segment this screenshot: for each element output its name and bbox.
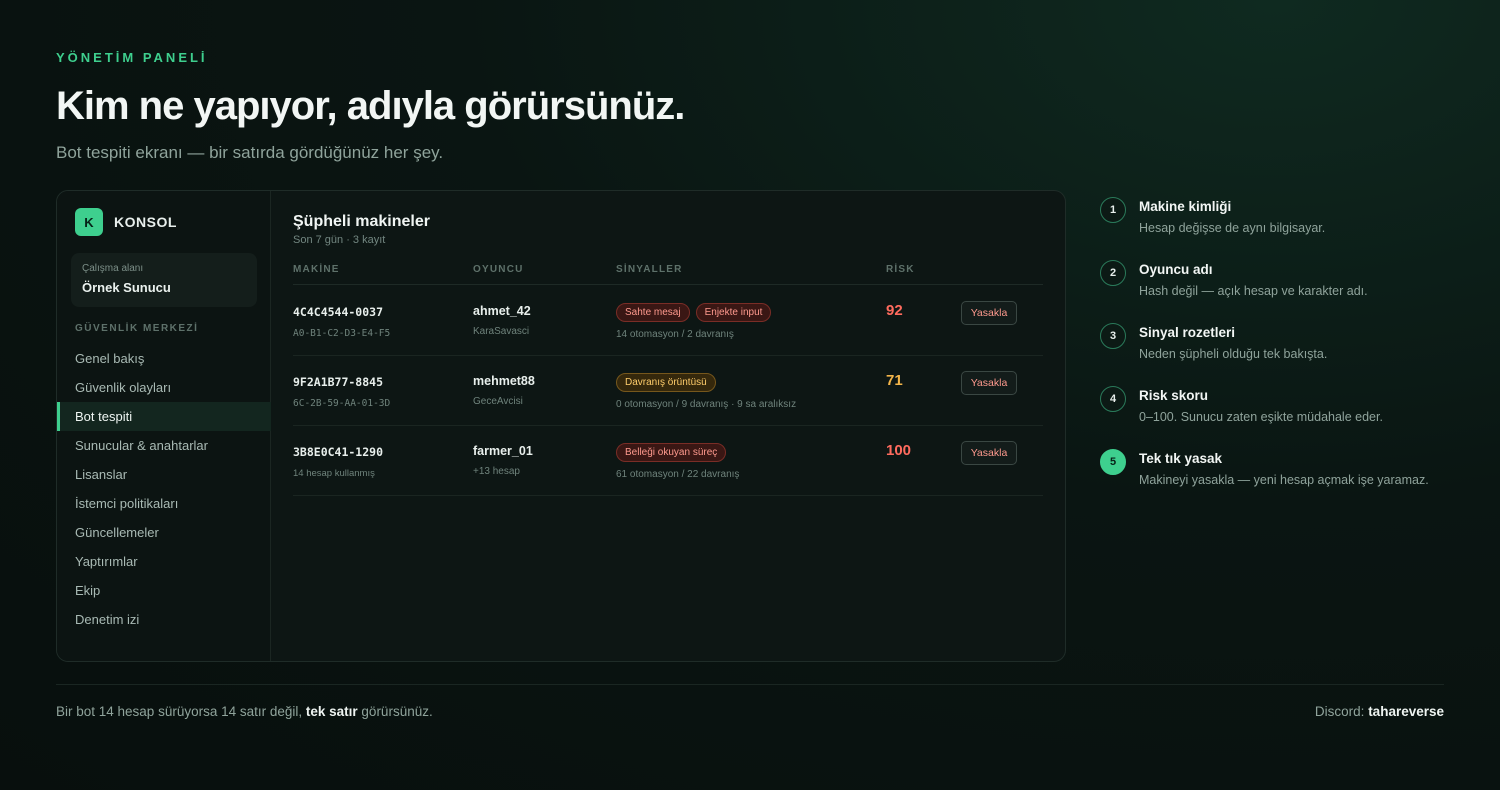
machine-sub: 14 hesap kullanmış	[293, 468, 375, 479]
step-number-badge: 1	[1100, 197, 1126, 223]
sidebar: K KONSOL Çalışma alanı Örnek Sunucu GÜVE…	[57, 191, 271, 661]
console-panel: K KONSOL Çalışma alanı Örnek Sunucu GÜVE…	[56, 190, 1066, 662]
step-description: 0–100. Sunucu zaten eşikte müdahale eder…	[1139, 410, 1383, 424]
ban-button[interactable]: Yasakla	[961, 301, 1017, 325]
footer-discord[interactable]: Discord: tahareverse	[1315, 704, 1444, 719]
signal-badges: Sahte mesaj Enjekte input	[616, 303, 772, 322]
page-title: Kim ne yapıyor, adıyla görürsünüz.	[56, 84, 685, 128]
player-sub: KaraSavasci	[473, 326, 530, 337]
table-row[interactable]: 4C4C4544-0037 A0-B1-C2-D3-E4-F5 ahmet_42 Ka…	[293, 286, 1043, 356]
table-row[interactable]: 3B8E0C41-1290 14 hesap kullanmış farmer_01…	[293, 426, 1043, 496]
brand-logo-icon: K	[75, 208, 103, 236]
eyebrow: YÖNETİM PANELİ	[56, 50, 208, 65]
section-title: Şüpheli makineler	[293, 213, 430, 230]
risk-score: 92	[886, 302, 903, 319]
step-title: Tek tık yasak	[1139, 451, 1223, 466]
ban-button[interactable]: Yasakla	[961, 371, 1017, 395]
sidebar-section-title: GÜVENLİK MERKEZİ	[75, 323, 199, 334]
feature-step: 3 Sinyal rozetleri Neden şüpheli olduğu te…	[1100, 323, 1460, 386]
ban-button[interactable]: Yasakla	[961, 441, 1017, 465]
signal-badge: Davranış örüntüsü	[616, 373, 716, 392]
sidebar-item[interactable]: İstemci politikaları	[57, 489, 271, 518]
player-name: farmer_01	[473, 444, 533, 458]
footer-divider	[56, 684, 1444, 685]
machine-id: 9F2A1B77-8845	[293, 375, 384, 389]
feature-step: 1 Makine kimliği Hesap değişse de aynı bil…	[1100, 197, 1460, 260]
step-number-badge: 3	[1100, 323, 1126, 349]
signals-summary: 14 otomasyon / 2 davranış	[616, 329, 734, 340]
player-sub: GeceAvcisi	[473, 396, 523, 407]
signals-summary: 61 otomasyon / 22 davranış	[616, 469, 740, 480]
feature-step: 2 Oyuncu adı Hash değil — açık hesap ve ka…	[1100, 260, 1460, 323]
signal-badges: Davranış örüntüsü	[616, 373, 796, 392]
signal-badge: Enjekte input	[695, 303, 772, 322]
sidebar-item[interactable]: Güncellemeler	[57, 518, 271, 547]
brand-name: KONSOL	[114, 214, 177, 230]
sidebar-item[interactable]: Sunucular & anahtarlar	[57, 431, 271, 460]
risk-score: 100	[886, 442, 912, 459]
signal-badges: Belleği okuyan süreç	[616, 443, 739, 462]
sidebar-item[interactable]: Genel bakış	[57, 344, 271, 373]
col-risk: RİSK	[886, 264, 915, 275]
risk-score: 71	[886, 372, 903, 389]
step-number-badge: 4	[1100, 386, 1126, 412]
feature-step: 4 Risk skoru 0–100. Sunucu zaten eşikte mü…	[1100, 386, 1460, 449]
signal-badge: Sahte mesaj	[616, 303, 690, 322]
player-sub: +13 hesap	[473, 466, 520, 477]
footer-note: Bir bot 14 hesap sürüyorsa 14 satır deği…	[56, 704, 433, 719]
signal-badge: Belleği okuyan süreç	[616, 443, 727, 462]
table-row[interactable]: 9F2A1B77-8845 6C-2B-59-AA-01-3D mehmet88 Ge…	[293, 356, 1043, 426]
step-description: Makineyi yasakla — yeni hesap açmak işe …	[1139, 473, 1429, 487]
feature-steps: 1 Makine kimliği Hesap değişse de aynı bil…	[1100, 197, 1460, 512]
signals-summary: 0 otomasyon / 9 davranış · 9 sa aralıksı…	[616, 399, 797, 410]
main-content: Şüpheli makineler Son 7 gün · 3 kayıt MA…	[271, 191, 1065, 661]
page-subtitle: Bot tespiti ekranı — bir satırda gördüğü…	[56, 143, 444, 162]
machine-id: 4C4C4544-0037	[293, 305, 384, 319]
brand[interactable]: K KONSOL	[75, 208, 177, 236]
table-header: MAKİNE OYUNCU SİNYALLER RİSK	[293, 263, 1043, 285]
discord-handle[interactable]: tahareverse	[1368, 704, 1444, 719]
player-name: mehmet88	[473, 374, 535, 388]
sidebar-item[interactable]: Güvenlik olayları	[57, 373, 271, 402]
step-title: Risk skoru	[1139, 388, 1209, 403]
step-number-badge: 5	[1100, 449, 1126, 475]
col-machine: MAKİNE	[293, 264, 340, 275]
sidebar-item[interactable]: Yaptırımlar	[57, 547, 271, 576]
step-number-badge: 2	[1100, 260, 1126, 286]
section-subtitle: Son 7 gün · 3 kayıt	[293, 234, 386, 246]
sidebar-item[interactable]: Lisanslar	[57, 460, 271, 489]
step-title: Oyuncu adı	[1139, 262, 1213, 277]
step-title: Makine kimliği	[1139, 199, 1232, 214]
workspace-label: Çalışma alanı	[82, 263, 144, 274]
col-signals: SİNYALLER	[616, 264, 683, 275]
step-description: Hash değil — açık hesap ve karakter adı.	[1139, 284, 1368, 298]
step-title: Sinyal rozetleri	[1139, 325, 1236, 340]
machine-sub: A0-B1-C2-D3-E4-F5	[293, 328, 391, 339]
machine-sub: 6C-2B-59-AA-01-3D	[293, 398, 391, 409]
sidebar-item[interactable]: Bot tespiti	[57, 402, 271, 431]
col-player: OYUNCU	[473, 264, 524, 275]
machine-id: 3B8E0C41-1290	[293, 445, 384, 459]
workspace-name: Örnek Sunucu	[82, 280, 171, 295]
sidebar-item[interactable]: Ekip	[57, 576, 271, 605]
footer-note-bold: tek satır	[305, 704, 358, 719]
step-description: Hesap değişse de aynı bilgisayar.	[1139, 221, 1326, 235]
feature-step: 5 Tek tık yasak Makineyi yasakla — yeni he…	[1100, 449, 1460, 512]
step-description: Neden şüpheli olduğu tek bakışta.	[1139, 347, 1328, 361]
workspace-selector[interactable]: Çalışma alanı Örnek Sunucu	[71, 253, 257, 307]
sidebar-item[interactable]: Denetim izi	[57, 605, 271, 634]
player-name: ahmet_42	[473, 304, 531, 318]
sidebar-nav: Genel bakış Güvenlik olayları Bot tespiti S…	[57, 344, 271, 634]
